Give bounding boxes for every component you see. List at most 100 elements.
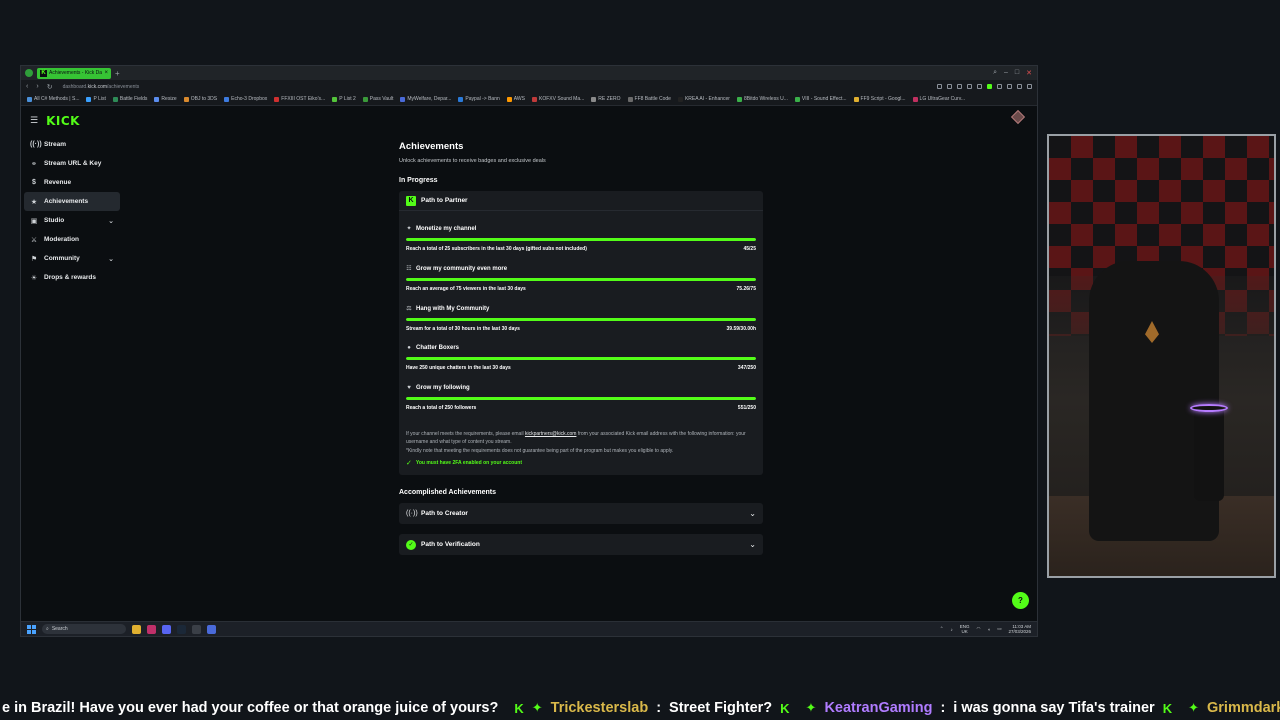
bookmark-item[interactable]: OBJ to 3DS: [183, 96, 217, 102]
kick-logo[interactable]: KICK: [46, 114, 80, 128]
chevron-down-icon[interactable]: ⌄: [108, 217, 114, 225]
hamburger-menu-icon[interactable]: ☰: [30, 115, 38, 126]
chevron-up-icon[interactable]: ⌃: [940, 626, 944, 632]
app-icon[interactable]: [207, 624, 216, 634]
close-window-button[interactable]: ✕: [1026, 69, 1032, 77]
sidebar-item-achievements[interactable]: ★ Achievements: [24, 192, 120, 211]
sidebar-item-stream[interactable]: ((·)) Stream: [24, 135, 120, 154]
bookmark-item[interactable]: Echo-3 Dropbox: [224, 96, 267, 102]
chevron-down-icon[interactable]: ⌄: [108, 255, 114, 263]
progress-fill: [406, 278, 756, 281]
help-chat-button[interactable]: ?: [1012, 592, 1029, 609]
sidebar-item-revenue[interactable]: $ Revenue: [24, 173, 120, 192]
mic-icon[interactable]: ♪: [951, 627, 953, 632]
bookmark-item[interactable]: P List 2: [332, 96, 356, 102]
discord-icon[interactable]: [162, 624, 171, 634]
menu-icon[interactable]: [1027, 84, 1032, 89]
bookmark-item[interactable]: FFXIII OST Eiko's...: [274, 96, 325, 102]
bookmark-item[interactable]: KREA AI - Enhancer: [677, 96, 730, 102]
extension-icon[interactable]: [997, 84, 1002, 89]
kick-badge-icon: K: [1162, 700, 1173, 716]
bookmark-item[interactable]: All C# Methods | S...: [27, 96, 79, 102]
taskbar-search[interactable]: ⌕ Search: [42, 624, 126, 634]
bookmark-item[interactable]: LG UltraGear Curv...: [912, 96, 965, 102]
bookmark-label: KOFXV Sound Ma...: [538, 96, 585, 102]
bookmark-item[interactable]: KOFXV Sound Ma...: [531, 96, 585, 102]
requirement-item: ⚖ Hang with My Community Stream for a tota…: [406, 297, 756, 337]
in-progress-heading: In Progress: [399, 177, 438, 184]
extension-icon[interactable]: [967, 84, 972, 89]
bookmark-item[interactable]: 8Bitdo Wireless U...: [736, 96, 788, 102]
accordion-path-to-verification[interactable]: ✓ Path to Verification ⌄: [399, 534, 763, 555]
bookmark-item[interactable]: VIII - Sound Effect...: [794, 96, 847, 102]
progress-bar: [406, 397, 756, 400]
tab-title: Achievements - Kick Dasl: [49, 70, 103, 76]
progress-bar: [406, 318, 756, 321]
bookmark-item[interactable]: P List: [86, 96, 106, 102]
kick-dashboard: ☰ KICK ((·)) Stream ⚭ Stream URL & Key $ Reve…: [21, 107, 1037, 623]
reload-icon[interactable]: ↻: [47, 83, 53, 91]
wifi-icon[interactable]: ◠: [977, 626, 981, 632]
chevron-down-icon[interactable]: ⌄: [749, 509, 756, 518]
requirement-description: Reach a total of 250 followers: [406, 405, 477, 411]
obs-icon[interactable]: [192, 624, 201, 634]
chevron-down-icon[interactable]: ⌄: [749, 540, 756, 549]
extension-icon[interactable]: [977, 84, 982, 89]
extension-icon[interactable]: [937, 84, 942, 89]
minimize-button[interactable]: –: [1004, 69, 1008, 77]
extension-icon[interactable]: [1017, 84, 1022, 89]
studio-icon: ▣: [30, 217, 38, 225]
windows-start-icon[interactable]: [27, 624, 36, 634]
back-icon[interactable]: ‹: [26, 83, 28, 90]
bookmark-item[interactable]: Pass Vault: [362, 96, 393, 102]
language-indicator[interactable]: ENG UK: [960, 624, 970, 634]
extension-icon[interactable]: [957, 84, 962, 89]
tab-close-icon[interactable]: ×: [104, 70, 108, 76]
card-title: Path to Partner: [421, 197, 468, 204]
url-field[interactable]: dashboard.kick.com/achievements: [63, 84, 140, 90]
bookmark-item[interactable]: Resize: [154, 96, 177, 102]
extension-icon[interactable]: [947, 84, 952, 89]
partner-email-link[interactable]: kickpartners@kick.com: [525, 431, 576, 437]
kick-extension-icon[interactable]: [987, 84, 992, 89]
bookmark-item[interactable]: Battle Fields: [112, 96, 147, 102]
bookmark-favicon-icon: [362, 96, 368, 102]
bookmark-label: P List 2: [339, 96, 356, 102]
note-text: If your channel meets the requirements, …: [406, 431, 525, 437]
app-icon[interactable]: [147, 624, 156, 634]
sidebar-item-stream-url-key[interactable]: ⚭ Stream URL & Key: [24, 154, 120, 173]
bookmark-item[interactable]: AWS: [506, 96, 525, 102]
sidebar-item-studio[interactable]: ▣ Studio ⌄: [24, 211, 120, 230]
bookmark-item[interactable]: MyWelfare, Depar...: [400, 96, 451, 102]
battery-icon[interactable]: ▭: [997, 626, 1001, 632]
volume-icon[interactable]: ◖: [987, 627, 990, 632]
bookmark-favicon-icon: [458, 96, 464, 102]
hands-icon: ⚖: [406, 306, 412, 312]
sidebar-item-label: Community: [44, 255, 80, 262]
steam-icon[interactable]: [177, 624, 186, 634]
new-tab-button[interactable]: +: [115, 69, 120, 78]
bookmark-item[interactable]: RE ZERO: [591, 96, 621, 102]
page-subtitle: Unlock achievements to receive badges an…: [399, 158, 546, 164]
maximize-button[interactable]: □: [1015, 69, 1019, 77]
search-tabs-icon[interactable]: ⌕: [993, 69, 997, 77]
sidebar-item-drops-rewards[interactable]: ☀ Drops & rewards: [24, 268, 120, 287]
forward-icon[interactable]: ›: [36, 83, 38, 90]
requirement-title: Chatter Boxers: [416, 345, 460, 351]
file-explorer-icon[interactable]: [132, 624, 141, 634]
bookmark-favicon-icon: [154, 96, 160, 102]
browser-tab[interactable]: K Achievements - Kick Dasl ×: [37, 67, 111, 79]
requirement-description: Stream for a total of 30 hours in the la…: [406, 326, 520, 332]
sidebar-item-moderation[interactable]: ⚔ Moderation: [24, 230, 120, 249]
bookmark-label: FFXIII OST Eiko's...: [281, 96, 326, 102]
clock[interactable]: 11:03 AM 27/03/2026: [1008, 624, 1031, 634]
accordion-path-to-creator[interactable]: ((·)) Path to Creator ⌄: [399, 503, 763, 524]
bookmark-item[interactable]: FF9 Script - Googl...: [853, 96, 906, 102]
user-avatar[interactable]: [1010, 109, 1026, 125]
sidebar: ☰ KICK ((·)) Stream ⚭ Stream URL & Key $ Reve…: [21, 107, 123, 623]
extension-icon[interactable]: [1007, 84, 1012, 89]
browser-window: K Achievements - Kick Dasl × + ⌕ – □ ✕ ‹…: [20, 65, 1038, 637]
bookmark-item[interactable]: FF8 Battle Code: [627, 96, 671, 102]
sidebar-item-community[interactable]: ⚑ Community ⌄: [24, 249, 120, 268]
bookmark-item[interactable]: Paypal -> Bann: [458, 96, 500, 102]
